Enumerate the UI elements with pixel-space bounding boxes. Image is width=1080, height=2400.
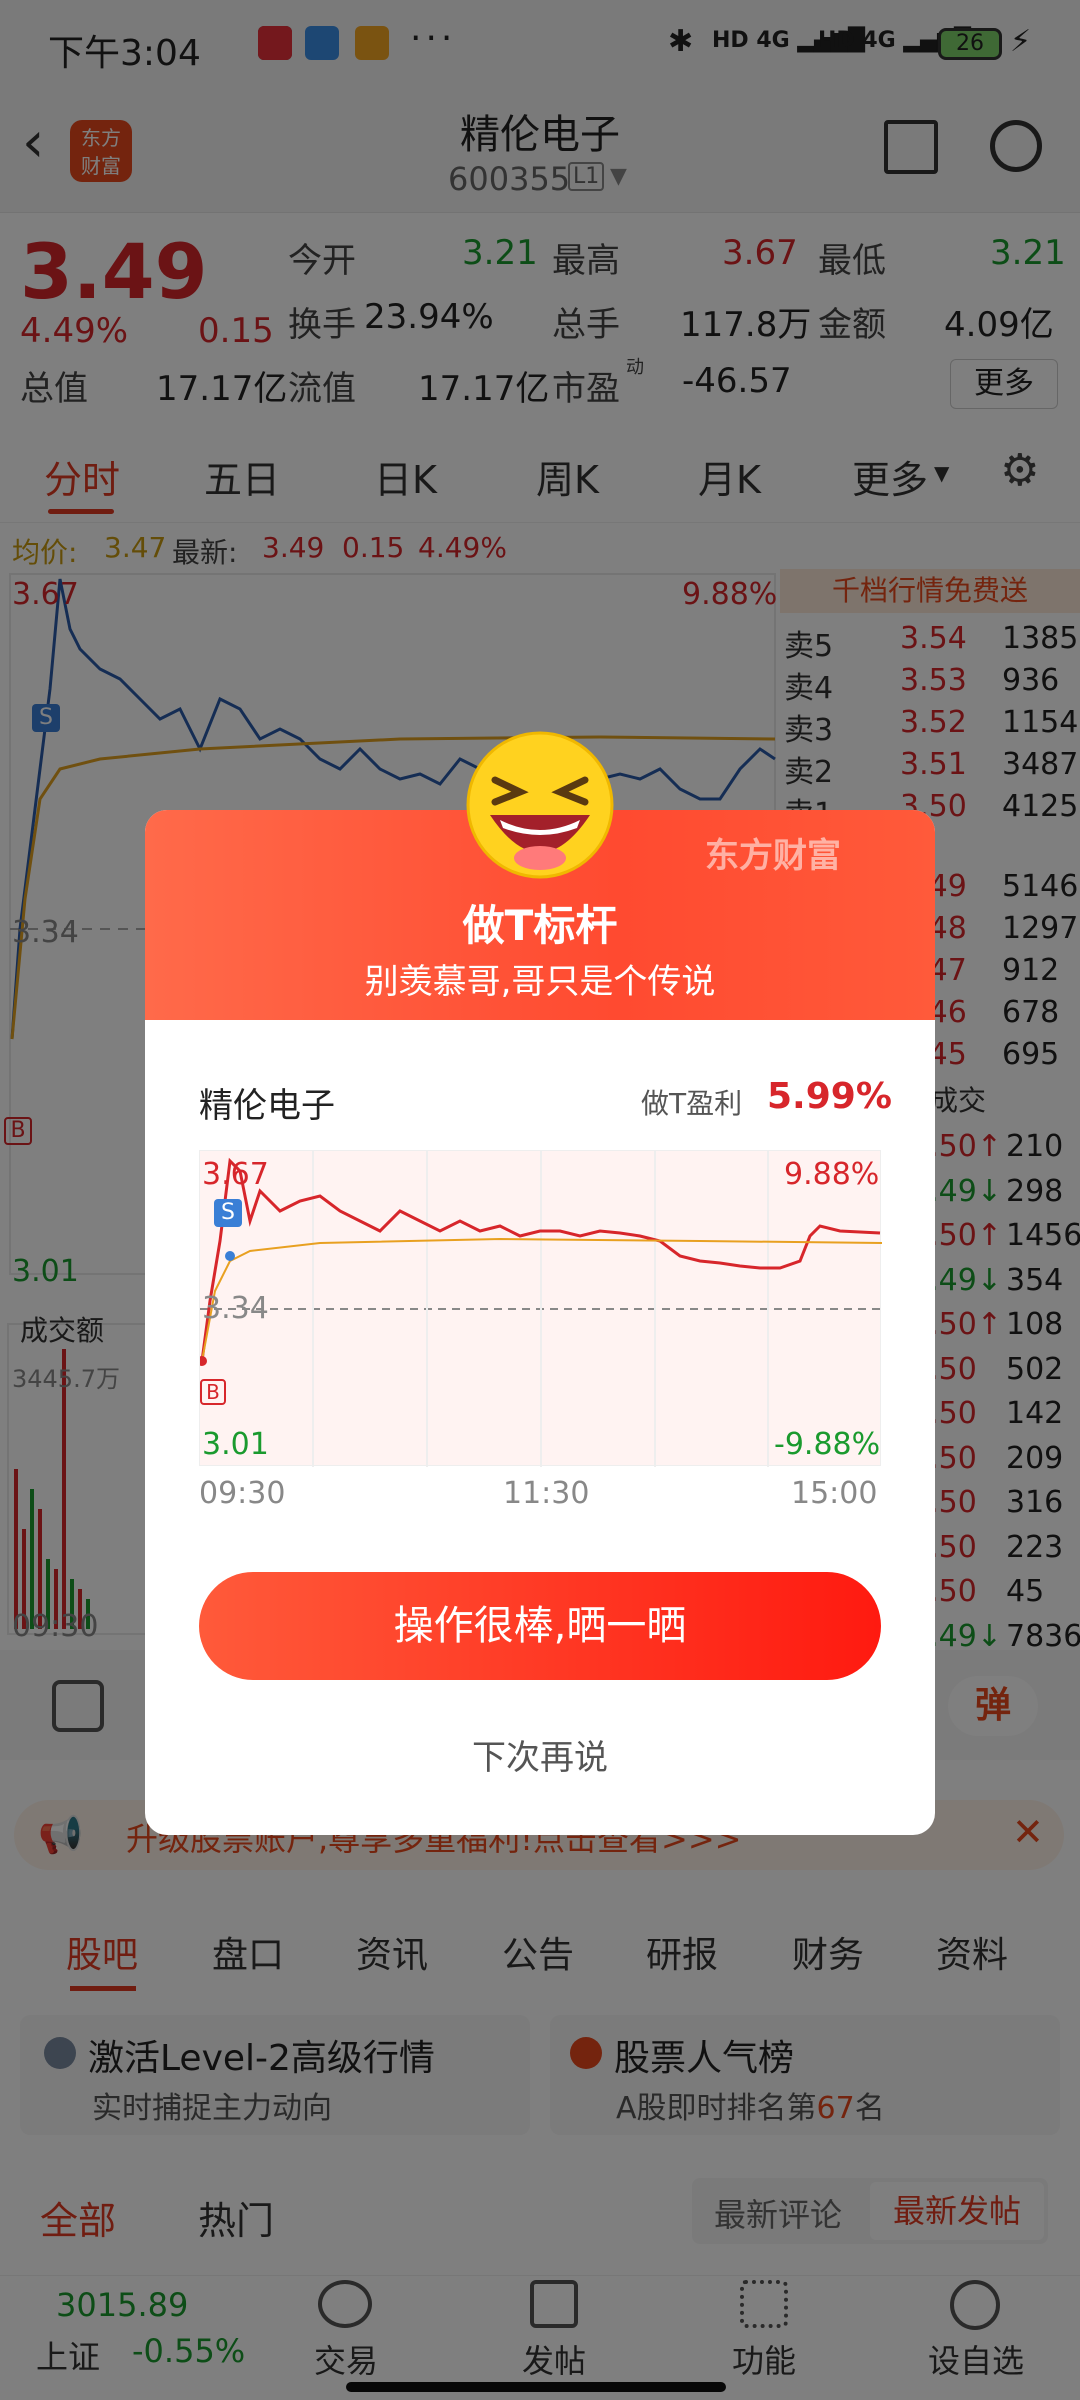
modal-chart-top: 3.67 (202, 1157, 269, 1192)
modal-chart-bottom: 3.01 (202, 1427, 269, 1462)
laughing-emoji-icon (465, 730, 615, 880)
modal-brand: 东方财富 (705, 836, 841, 876)
modal-subtitle: 别羡慕哥,哥只是个传说 (364, 962, 716, 1002)
t-trade-modal: 东方财富 做T标杆 别羡慕哥,哥只是个传说 精伦电子 做T盈利 5.99% 3.… (145, 810, 935, 1835)
modal-profit-value: 5.99% (767, 1076, 892, 1117)
modal-time-start: 09:30 (199, 1476, 286, 1511)
modal-buy-marker-icon: B (200, 1379, 226, 1405)
share-result-button[interactable]: 操作很棒,晒一晒 (199, 1572, 881, 1680)
modal-chart-pct-bottom: -9.88% (774, 1427, 881, 1462)
buy-point (200, 1356, 207, 1366)
dismiss-later-button[interactable]: 下次再说 (145, 1730, 935, 1779)
modal-profit-label: 做T盈利 (641, 1087, 743, 1120)
modal-stock-name: 精伦电子 (199, 1086, 335, 1126)
modal-title: 做T标杆 (462, 901, 618, 950)
modal-chart: 3.67 9.88% 3.34 3.01 -9.88% S B (199, 1150, 882, 1467)
modal-chart-mid: 3.34 (202, 1291, 269, 1326)
modal-sell-marker-icon: S (214, 1199, 242, 1227)
modal-time-mid: 11:30 (503, 1476, 590, 1511)
laughing-emoji-svg (466, 731, 614, 879)
modal-time-end: 15:00 (791, 1476, 878, 1511)
modal-chart-svg (200, 1151, 882, 1467)
modal-chart-pct-top: 9.88% (784, 1157, 880, 1192)
sell-point (225, 1251, 235, 1261)
